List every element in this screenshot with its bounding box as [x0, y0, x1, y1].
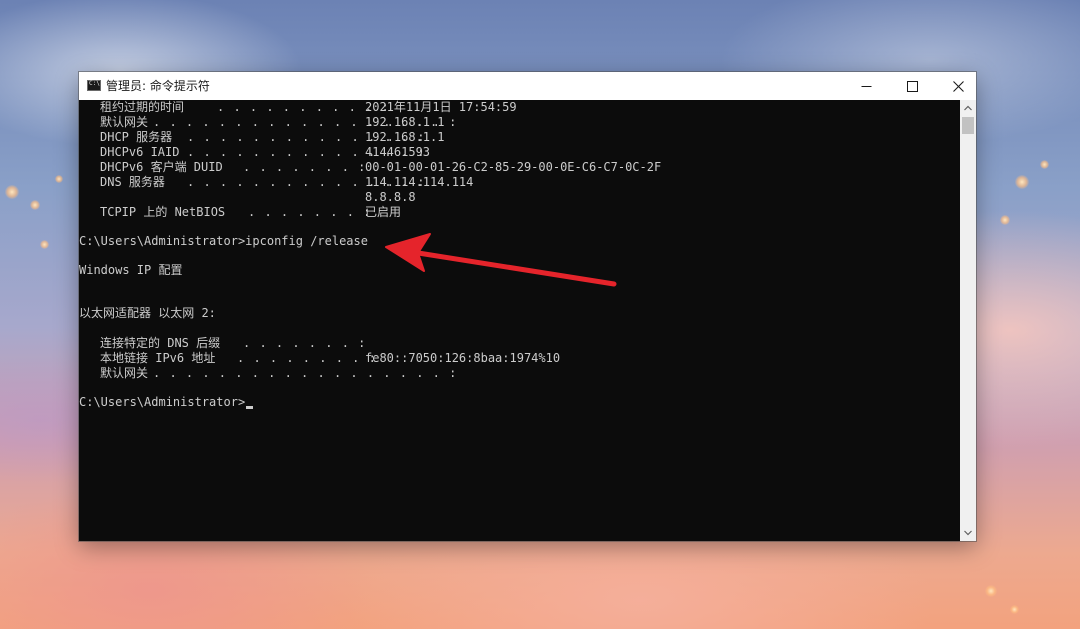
- maximize-icon: [907, 81, 918, 92]
- dot-leader: . . . . . . . . :: [237, 351, 377, 365]
- console-label: DHCP 服务器: [100, 130, 173, 144]
- console-line: 连接特定的 DNS 后缀 . . . . . . . :: [79, 336, 960, 351]
- console-value: fe80::7050:126:8baa:1974%10: [365, 351, 561, 365]
- console-value: 192.168.1.1: [365, 115, 445, 129]
- console-value: 8.8.8.8: [365, 190, 416, 204]
- console-label: 本地链接 IPv6 地址: [100, 351, 216, 365]
- console-line: DHCPv6 IAID . . . . . . . . . . . . . . …: [79, 145, 960, 160]
- vertical-scrollbar[interactable]: [960, 100, 976, 541]
- console-command-line: C:\Users\Administrator>ipconfig /release: [79, 234, 368, 248]
- console-value: 2021年11月1日 17:54:59: [365, 100, 517, 114]
- minimize-button[interactable]: [843, 72, 889, 100]
- console-line: DHCPv6 客户端 DUID . . . . . . . : 00-01-00…: [79, 160, 960, 175]
- dot-leader: . . . . . . . :: [243, 160, 367, 174]
- console-output[interactable]: 租约过期的时间 . . . . . . . . . . : 2021年11月1日…: [79, 100, 960, 541]
- console-line: 本地链接 IPv6 地址 . . . . . . . . : fe80::705…: [79, 351, 960, 366]
- wallpaper-sparkle: [30, 200, 40, 210]
- close-button[interactable]: [935, 72, 981, 100]
- wallpaper-sparkle: [55, 175, 63, 183]
- close-icon: [953, 81, 964, 92]
- console-line: 默认网关 . . . . . . . . . . . . . . . . . .…: [79, 366, 960, 381]
- maximize-button[interactable]: [889, 72, 935, 100]
- console-header: Windows IP 配置: [79, 263, 183, 277]
- wallpaper-sparkle: [1000, 215, 1010, 225]
- dot-leader: . . . . . . . :: [248, 205, 372, 219]
- chevron-up-icon: [964, 105, 972, 111]
- console-line: 租约过期的时间 . . . . . . . . . . : 2021年11月1日…: [79, 100, 960, 115]
- console-label: 默认网关: [100, 115, 149, 129]
- window-title: 管理员: 命令提示符: [106, 79, 210, 93]
- scroll-thumb[interactable]: [962, 117, 974, 134]
- dot-leader: . . . . . . . . . . :: [217, 100, 390, 114]
- text-cursor: [246, 406, 254, 409]
- console-value: 114.114.114.114: [365, 175, 474, 189]
- wallpaper-sparkle: [1015, 175, 1029, 189]
- minimize-icon: [861, 86, 872, 87]
- console-label: 默认网关: [100, 366, 149, 380]
- console-label: 租约过期的时间: [100, 100, 185, 114]
- console-line: DNS 服务器 . . . . . . . . . . . . . . : 11…: [79, 175, 960, 190]
- scroll-up-button[interactable]: [960, 100, 976, 116]
- wallpaper-sparkle: [5, 185, 19, 199]
- cmd-icon[interactable]: [87, 80, 101, 91]
- wallpaper-sparkle: [985, 585, 997, 597]
- console-value: 192.168.1.1: [365, 130, 445, 144]
- dot-leader: . . . . . . . :: [243, 336, 367, 350]
- console-prompt[interactable]: C:\Users\Administrator>: [79, 395, 254, 410]
- command-prompt-window: 管理员: 命令提示符 租约过期的时间 . . . . . . . . . . :…: [79, 72, 976, 541]
- console-line: TCPIP 上的 NetBIOS . . . . . . . : 已启用: [79, 205, 960, 220]
- chevron-down-icon: [964, 530, 972, 536]
- console-value: 00-01-00-01-26-C2-85-29-00-0E-C6-C7-0C-2…: [365, 160, 662, 174]
- scroll-down-button[interactable]: [960, 525, 976, 541]
- console-value: 414461593: [365, 145, 431, 159]
- title-bar[interactable]: 管理员: 命令提示符: [79, 72, 976, 100]
- console-label: TCPIP 上的 NetBIOS: [100, 205, 226, 219]
- wallpaper-sparkle: [1010, 605, 1019, 614]
- dot-leader: . . . . . . . . . . . . . . . . . . :: [153, 366, 458, 380]
- console-label: DHCPv6 客户端 DUID: [100, 160, 223, 174]
- console-line: DHCP 服务器 . . . . . . . . . . . . . . : 1…: [79, 130, 960, 145]
- wallpaper-sparkle: [1040, 160, 1049, 169]
- console-value: 已启用: [365, 205, 402, 219]
- console-label: DHCPv6 IAID: [100, 145, 180, 159]
- prompt-text: C:\Users\Administrator>: [79, 395, 246, 409]
- console-line: 8.8.8.8: [79, 190, 960, 205]
- console-line: 默认网关 . . . . . . . . . . . . . . . . . .…: [79, 115, 960, 130]
- console-label: DNS 服务器: [100, 175, 165, 189]
- console-label: 连接特定的 DNS 后缀: [100, 336, 221, 350]
- console-adapter-heading: 以太网适配器 以太网 2:: [79, 306, 216, 320]
- wallpaper-sparkle: [40, 240, 49, 249]
